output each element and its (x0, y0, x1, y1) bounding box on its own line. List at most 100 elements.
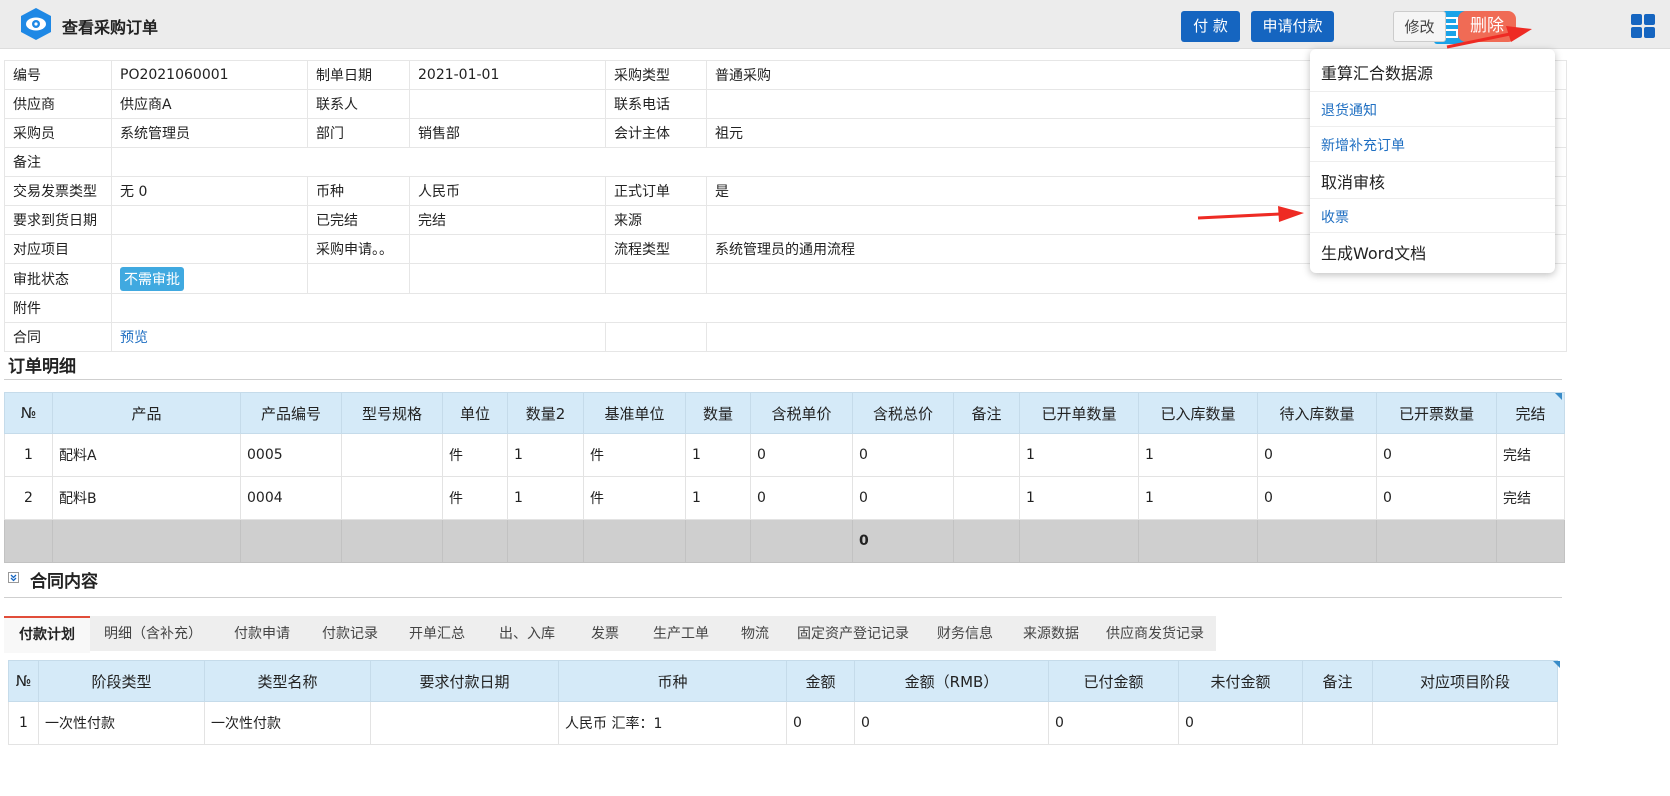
column-header[interactable]: 产品 (52, 392, 241, 434)
info-row: 附件 (4, 293, 1567, 323)
order-detail-title: 订单明细 (8, 357, 76, 377)
table-cell: 1 (685, 433, 751, 477)
tab-7[interactable]: 生产工单 (636, 616, 726, 651)
tab-3[interactable]: 付款记录 (306, 616, 394, 651)
summary-row: 0 (4, 519, 1565, 563)
column-header[interactable]: 对应项目阶段 (1372, 660, 1558, 702)
column-header[interactable]: 已开票数量 (1376, 392, 1497, 434)
table-cell: 人民币 汇率：1 (558, 701, 787, 745)
column-header[interactable]: № (4, 392, 53, 434)
column-header[interactable]: 类型名称 (204, 660, 371, 702)
table-row[interactable]: 1 一次性付款 一次性付款 人民币 汇率：1 0 0 0 0 (8, 701, 1558, 745)
table-cell: 0 (852, 433, 954, 477)
info-value: 完结 (409, 205, 606, 235)
table-cell: 0 (1376, 433, 1497, 477)
tab-2[interactable]: 付款申请 (220, 616, 304, 651)
table-cell: 件 (442, 476, 508, 520)
divider (4, 379, 1562, 380)
edit-button[interactable]: 修改 (1393, 11, 1446, 42)
tab-8[interactable]: 物流 (726, 616, 784, 651)
info-label: 已完结 (307, 205, 410, 235)
tab-11[interactable]: 来源数据 (1008, 616, 1094, 651)
tab-10[interactable]: 财务信息 (922, 616, 1008, 651)
table-cell (1372, 701, 1558, 745)
info-label: 合同 (4, 322, 112, 352)
info-value (111, 293, 1567, 323)
summary-cell (240, 519, 342, 563)
menu-item-0[interactable]: 重算汇合数据源 (1321, 60, 1433, 84)
delete-button[interactable]: 删除 (1458, 11, 1516, 42)
info-label: 联系人 (307, 89, 410, 119)
table-cell: 0 (1376, 476, 1497, 520)
table-cell: 1 (8, 701, 39, 745)
tab-6[interactable]: 发票 (574, 616, 636, 651)
column-header[interactable]: 金额 (786, 660, 855, 702)
column-header[interactable]: 基准单位 (583, 392, 686, 434)
info-value: 无 0 (111, 176, 308, 206)
info-label: 正式订单 (605, 176, 707, 206)
collapse-icon[interactable] (8, 572, 19, 583)
tab-5[interactable]: 出、入库 (480, 616, 574, 651)
table-cell: 0 (1257, 433, 1377, 477)
table-row[interactable]: 1 配料A 0005 件 1 件 1 0 0 1 1 0 0 完结 (4, 433, 1565, 477)
contract-preview-link[interactable]: 预览 (120, 330, 148, 346)
info-value (706, 322, 1567, 352)
menu-item-3[interactable]: 取消审核 (1321, 169, 1385, 193)
menu-item-2[interactable]: 新增补充订单 (1321, 135, 1405, 155)
column-header[interactable]: 未付金额 (1178, 660, 1303, 702)
column-header[interactable]: 币种 (558, 660, 787, 702)
column-header[interactable]: 已开单数量 (1019, 392, 1139, 434)
tab-0[interactable]: 付款计划 (4, 616, 90, 653)
info-value (409, 234, 606, 264)
pay-button[interactable]: 付 款 (1181, 11, 1240, 42)
info-value (605, 322, 707, 352)
info-value: 2021-01-01 (409, 60, 606, 90)
column-header[interactable]: 含税总价 (852, 392, 954, 434)
tab-9[interactable]: 固定资产登记记录 (784, 616, 922, 651)
summary-cell (1496, 519, 1565, 563)
contract-tabs: 付款计划 明细（含补充） 付款申请 付款记录 开单汇总 出、入库 发票 生产工单 物流 固定资产登… (4, 616, 1216, 653)
column-header[interactable]: 数量 (685, 392, 751, 434)
column-header[interactable]: 金额（RMB） (854, 660, 1049, 702)
table-cell (370, 701, 559, 745)
column-header[interactable]: 待入库数量 (1257, 392, 1377, 434)
column-header[interactable]: 备注 (1302, 660, 1373, 702)
column-header[interactable]: 含税单价 (750, 392, 853, 434)
table-cell: 1 (1138, 476, 1258, 520)
summary-cell (507, 519, 584, 563)
table-cell: 1 (507, 433, 584, 477)
menu-item-1[interactable]: 退货通知 (1321, 100, 1377, 120)
column-header[interactable]: 数量2 (507, 392, 584, 434)
column-header[interactable]: 已付金额 (1048, 660, 1179, 702)
info-label: 要求到货日期 (4, 205, 112, 235)
column-header[interactable]: 已入库数量 (1138, 392, 1258, 434)
info-value: 人民币 (409, 176, 606, 206)
column-header[interactable]: 要求付款日期 (370, 660, 559, 702)
info-label: 附件 (4, 293, 112, 323)
table-cell: 0 (854, 701, 1049, 745)
column-header[interactable]: 备注 (953, 392, 1020, 434)
column-header[interactable]: 阶段类型 (38, 660, 205, 702)
page-title: 查看采购订单 (62, 18, 159, 37)
summary-cell (442, 519, 508, 563)
summary-cell (1019, 519, 1139, 563)
tab-4[interactable]: 开单汇总 (394, 616, 480, 651)
column-header[interactable]: 单位 (442, 392, 508, 434)
menu-item-5[interactable]: 生成Word文档 (1321, 240, 1426, 264)
grid-menu-icon[interactable] (1630, 13, 1656, 39)
info-label: 联系电话 (605, 89, 707, 119)
info-label: 会计主体 (605, 118, 707, 148)
apply-payment-button[interactable]: 申请付款 (1251, 11, 1334, 42)
column-header[interactable]: 型号规格 (341, 392, 443, 434)
table-cell: 0 (1048, 701, 1179, 745)
tab-1[interactable]: 明细（含补充） (94, 616, 212, 651)
info-value: 系统管理员 (111, 118, 308, 148)
tab-12[interactable]: 供应商发货记录 (1094, 616, 1216, 651)
table-cell: 0 (1257, 476, 1377, 520)
divider (4, 597, 1562, 598)
menu-item-4[interactable]: 收票 (1321, 207, 1349, 227)
column-header[interactable]: № (8, 660, 39, 702)
table-row[interactable]: 2 配料B 0004 件 1 件 1 0 0 1 1 0 0 完结 (4, 476, 1565, 520)
column-header[interactable]: 产品编号 (240, 392, 342, 434)
table-cell: 1 (4, 433, 53, 477)
